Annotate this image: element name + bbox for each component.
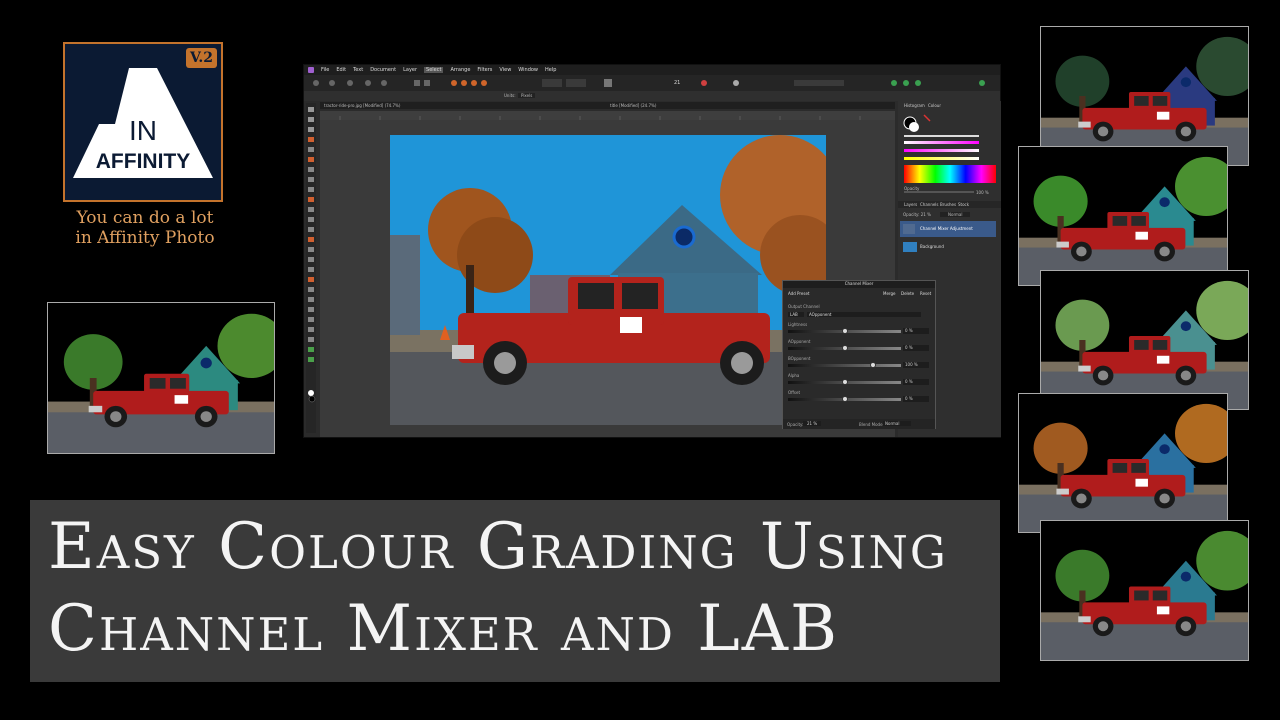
tab-brushes[interactable]: Brushes [940,202,956,207]
layer-row-background[interactable]: Background [900,239,996,255]
dialog-footer: Opacity: 21 % Blend Mode: Normal [783,419,935,429]
toolbar-icons[interactable] [304,75,1002,91]
tools-panel [306,103,316,433]
aopponent-value[interactable]: 0 % [903,345,929,351]
tagline-line1: You can do a lot [76,208,214,228]
tab-title[interactable]: title [Modified] (24.7%) [610,103,656,108]
tab-channels[interactable]: Channels [920,202,939,207]
tagline: You can do a lot in Affinity Photo [60,208,230,248]
graded-photo-thumbnail-5 [1040,520,1249,661]
main-document-photo[interactable] [390,135,826,425]
context-toolbar: Units: Pixels [304,91,1000,101]
tagline-line2: in Affinity Photo [75,228,215,248]
tab-layers[interactable]: Layers [904,202,917,207]
graded-photo-thumbnail-3 [1040,270,1249,410]
units-select[interactable]: Pixels [518,93,536,98]
offset-value[interactable]: 0 % [903,396,929,402]
tab-histogram[interactable]: Histogram [904,103,925,108]
menu-window[interactable]: Window [518,67,538,73]
layer-thumbnail [903,242,917,252]
logo-line1: IN [129,115,157,146]
bopponent-value[interactable]: 100 % [903,362,929,368]
reset-button[interactable]: Reset [920,291,931,296]
tab-document[interactable]: tractor-ride-pro.jpg [Modified] (74.7%) [324,103,400,108]
slider-label-bopponent: BOpponent [788,356,811,361]
graded-photo-thumbnail-2 [1018,146,1228,286]
layers-tabs: Layers Channels Brushes Stock [898,201,1001,208]
document-tabs: tractor-ride-pro.jpg [Modified] (74.7%) … [320,102,895,109]
original-photo-thumbnail [47,302,275,454]
output-channel-label: Output Channel [788,304,820,309]
blend-mode-field[interactable]: Normal [883,421,912,426]
layer-opacity[interactable]: Opacity: 21 % [903,212,931,217]
ruler [320,111,895,120]
add-preset-button[interactable]: Add Preset [788,291,810,296]
alpha-slider-knob[interactable] [841,379,848,385]
app-icon [308,67,314,73]
title-line1: Easy Colour Grading Using [48,510,948,584]
alpha-value[interactable]: 0 % [903,379,929,385]
graded-photo-thumbnail-1 [1040,26,1249,166]
menu-text[interactable]: Text [353,67,363,73]
bopponent-slider[interactable] [788,364,901,367]
slider-label-offset: Offset [788,390,801,395]
opacity-label: Opacity [904,186,920,191]
opacity-label: Opacity: [787,422,804,427]
colour-space-select[interactable]: LAB [788,312,804,317]
menu-select[interactable]: Select [424,67,444,73]
units-label: Units: [504,93,516,98]
menu-layer[interactable]: Layer [403,67,417,73]
channel-select[interactable]: AOpponent [807,312,922,317]
aopponent-slider-knob[interactable] [841,345,848,351]
lightness-value[interactable]: 0 % [903,328,929,334]
bopponent-slider-knob[interactable] [869,362,876,368]
offset-slider-knob[interactable] [841,396,848,402]
graded-photo-thumbnail-4 [1018,393,1228,533]
slider-label-aopponent: AOpponent [788,339,811,344]
menu-file[interactable]: File [321,67,329,73]
layer-row-channel-mixer[interactable]: Channel Mixer Adjustment [900,221,996,237]
layer-name: Background [920,244,944,249]
menu-bar: File Edit Text Document Layer Select Arr… [304,65,1000,75]
zoom-field[interactable]: 21 [674,80,680,86]
truck-scene-image [390,135,826,425]
adjustment-layer-icon [903,224,915,234]
layer-name: Channel Mixer Adjustment [920,226,973,231]
channel-mixer-dialog: Channel Mixer Add Preset Merge Delete Re… [782,280,936,429]
opacity-value[interactable]: 100 % [976,190,989,195]
opacity-field[interactable]: 21 % [803,421,822,426]
affinity-photo-window: File Edit Text Document Layer Select Arr… [303,64,1001,438]
title-line2: Channel Mixer and LAB [48,592,839,666]
dialog-title: Channel Mixer [783,281,935,288]
in-affinity-logo: V.2 IN AFFINITY [63,42,223,202]
delete-button[interactable]: Delete [901,291,914,296]
menu-help[interactable]: Help [545,67,556,73]
slider-label-lightness: Lightness [788,322,808,327]
title-banner: Easy Colour Grading Using Channel Mixer … [30,500,1000,682]
tool-icons[interactable] [306,103,316,433]
tab-stock[interactable]: Stock [958,202,969,207]
lightness-slider-knob[interactable] [841,328,848,334]
logo-line2: AFFINITY [96,150,191,173]
triangle-logo-icon: IN AFFINITY [73,68,213,178]
menu-edit[interactable]: Edit [336,67,346,73]
menu-view[interactable]: View [499,67,511,73]
tab-colour[interactable]: Colour [928,103,941,108]
menu-document[interactable]: Document [370,67,396,73]
menu-filters[interactable]: Filters [477,67,492,73]
merge-button[interactable]: Merge [883,291,896,296]
main-toolbar: 21 [304,75,1000,91]
blend-mode-select[interactable]: Normal [940,212,971,217]
menu-arrange[interactable]: Arrange [450,67,470,73]
slider-label-alpha: Alpha [788,373,800,378]
blend-mode-label: Blend Mode: [859,422,884,427]
